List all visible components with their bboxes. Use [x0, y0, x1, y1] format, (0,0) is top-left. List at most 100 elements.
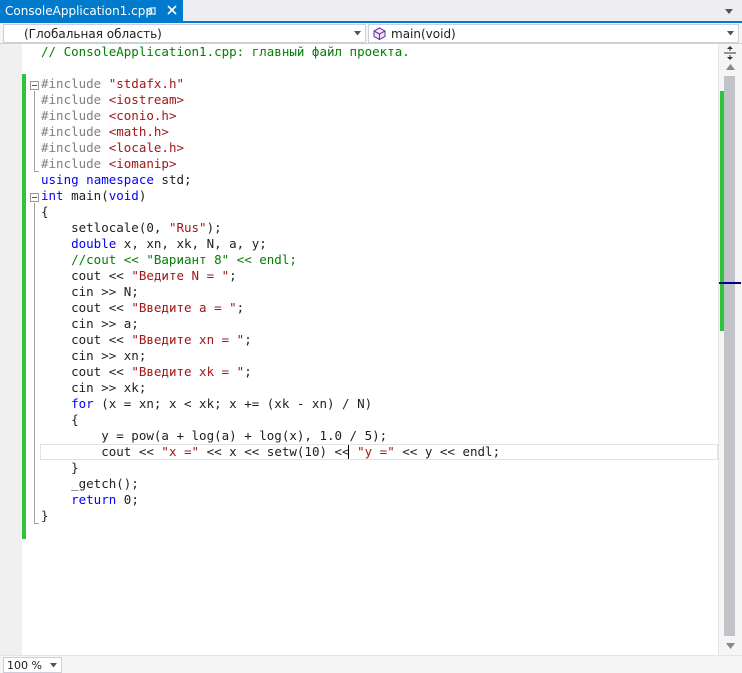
code-line[interactable]: }: [41, 508, 49, 524]
code-token: return: [71, 492, 117, 507]
code-line[interactable]: for (x = xn; x < xk; x += (xk - xn) / N): [41, 396, 372, 412]
code-token: "Введите a = ": [131, 300, 237, 315]
horizontal-scrollbar[interactable]: [64, 657, 718, 673]
code-line[interactable]: cin >> a;: [41, 316, 139, 332]
code-token: x, xn, xk, N, a, y;: [116, 236, 267, 251]
code-line[interactable]: cout << "Введите a = ";: [41, 300, 244, 316]
code-line[interactable]: #include <conio.h>: [41, 108, 176, 124]
code-line[interactable]: cin >> xn;: [41, 348, 146, 364]
code-token: #include: [41, 156, 109, 171]
code-token: {: [41, 412, 79, 427]
code-token: std;: [153, 172, 192, 187]
scroll-down-icon[interactable]: [726, 643, 735, 649]
code-line[interactable]: cout << "x =" << x << setw(10) << "y =" …: [41, 444, 500, 460]
scroll-up-icon[interactable]: [726, 64, 735, 70]
code-token: #include: [41, 124, 109, 139]
code-token: "stdafx.h": [108, 76, 184, 91]
code-token: #include: [41, 76, 109, 91]
code-token: <math.h>: [108, 124, 169, 139]
code-token: cin >> xn;: [41, 348, 147, 363]
code-line[interactable]: cin >> N;: [41, 284, 139, 300]
code-line[interactable]: #include <iostream>: [41, 92, 184, 108]
code-line[interactable]: cout << "Введите xk = ";: [41, 364, 252, 380]
function-dropdown[interactable]: main(void): [368, 24, 739, 43]
code-line[interactable]: {: [41, 204, 49, 220]
scrollbar-caret-marker: [719, 282, 741, 284]
code-line[interactable]: #include <locale.h>: [41, 140, 184, 156]
pin-icon[interactable]: [146, 5, 158, 17]
code-token: <conio.h>: [108, 108, 177, 123]
code-line[interactable]: #include <math.h>: [41, 124, 169, 140]
code-token: _getch();: [41, 476, 139, 491]
code-token: y = pow(a + log(a) + log(x), 1.0 / 5);: [41, 428, 388, 443]
vertical-scrollbar[interactable]: [718, 44, 742, 655]
close-icon[interactable]: [166, 4, 178, 16]
code-token: ;: [236, 300, 245, 315]
code-token: "Rus": [168, 220, 207, 235]
code-token: using: [41, 172, 79, 187]
code-line[interactable]: {: [41, 412, 79, 428]
scroll-thumb[interactable]: [724, 76, 735, 636]
code-token: //cout << "Вариант 8" << endl;: [41, 252, 297, 267]
code-token: }: [41, 508, 49, 523]
code-text-area[interactable]: // ConsoleApplication1.cpp: главный файл…: [0, 44, 718, 655]
code-line[interactable]: y = pow(a + log(a) + log(x), 1.0 / 5);: [41, 428, 387, 444]
code-token: cin >> N;: [41, 284, 139, 299]
code-token: }: [41, 460, 79, 475]
code-token: "x =": [161, 444, 200, 459]
dropdown-arrow-icon: [727, 31, 734, 36]
scope-dropdown[interactable]: (Глобальная область): [3, 24, 366, 43]
code-token: cout <<: [41, 268, 132, 283]
chevron-down-icon[interactable]: [724, 6, 734, 16]
code-token: <locale.h>: [108, 140, 184, 155]
text-caret: [348, 445, 349, 459]
code-token: #include: [41, 92, 109, 107]
code-token: ;: [229, 268, 237, 283]
code-line[interactable]: cin >> xk;: [41, 380, 146, 396]
navigation-bar: (Глобальная область) main(void): [0, 23, 742, 44]
code-line[interactable]: int main(void): [41, 188, 146, 204]
code-token: namespace: [86, 172, 154, 187]
code-line[interactable]: #include "stdafx.h": [41, 76, 184, 92]
code-token: );: [206, 220, 222, 235]
zoom-value: 100 %: [7, 658, 42, 672]
code-line[interactable]: setlocale(0, "Rus");: [41, 220, 222, 236]
code-line[interactable]: // ConsoleApplication1.cpp: главный файл…: [41, 44, 410, 60]
code-token: cout <<: [41, 364, 132, 379]
code-token: cout <<: [41, 444, 162, 459]
code-token: ): [138, 188, 147, 203]
code-token: int: [41, 188, 64, 203]
code-token: void: [108, 188, 139, 203]
code-token: {: [41, 204, 49, 219]
code-token: "Введите xn = ": [131, 332, 245, 347]
code-line[interactable]: cout << "Ведите N = ";: [41, 268, 237, 284]
tab-console-application-cpp[interactable]: ConsoleApplication1.cpp: [0, 0, 183, 21]
code-line[interactable]: double x, xn, xk, N, a, y;: [41, 236, 267, 252]
code-token: "y =": [357, 444, 395, 459]
code-token: #include: [41, 108, 109, 123]
code-line[interactable]: return 0;: [41, 492, 139, 508]
code-token: // ConsoleApplication1.cpp: главный файл…: [41, 44, 410, 59]
zoom-dropdown[interactable]: 100 %: [3, 657, 62, 673]
code-line[interactable]: _getch();: [41, 476, 139, 492]
code-token: << x << setw(10) <<: [199, 444, 358, 459]
code-token: <iostream>: [108, 92, 184, 107]
code-token: (x = xn; x < xk; x += (xk - xn) / N): [93, 396, 373, 411]
function-value: main(void): [391, 26, 456, 41]
code-line[interactable]: }: [41, 460, 79, 476]
code-line[interactable]: //cout << "Вариант 8" << endl;: [41, 252, 297, 268]
code-token: ;: [244, 332, 252, 347]
code-token: cout <<: [41, 332, 132, 347]
code-editor[interactable]: // ConsoleApplication1.cpp: главный файл…: [0, 44, 742, 655]
split-editor-icon[interactable]: [723, 46, 737, 60]
code-line[interactable]: cout << "Введите xn = ";: [41, 332, 252, 348]
code-line[interactable]: #include <iomanip>: [41, 156, 176, 172]
code-token: << y << endl;: [394, 444, 501, 459]
tab-title: ConsoleApplication1.cpp: [5, 3, 153, 18]
dropdown-arrow-icon: [50, 663, 57, 668]
code-line[interactable]: using namespace std;: [41, 172, 192, 188]
code-token: cin >> a;: [41, 316, 139, 331]
